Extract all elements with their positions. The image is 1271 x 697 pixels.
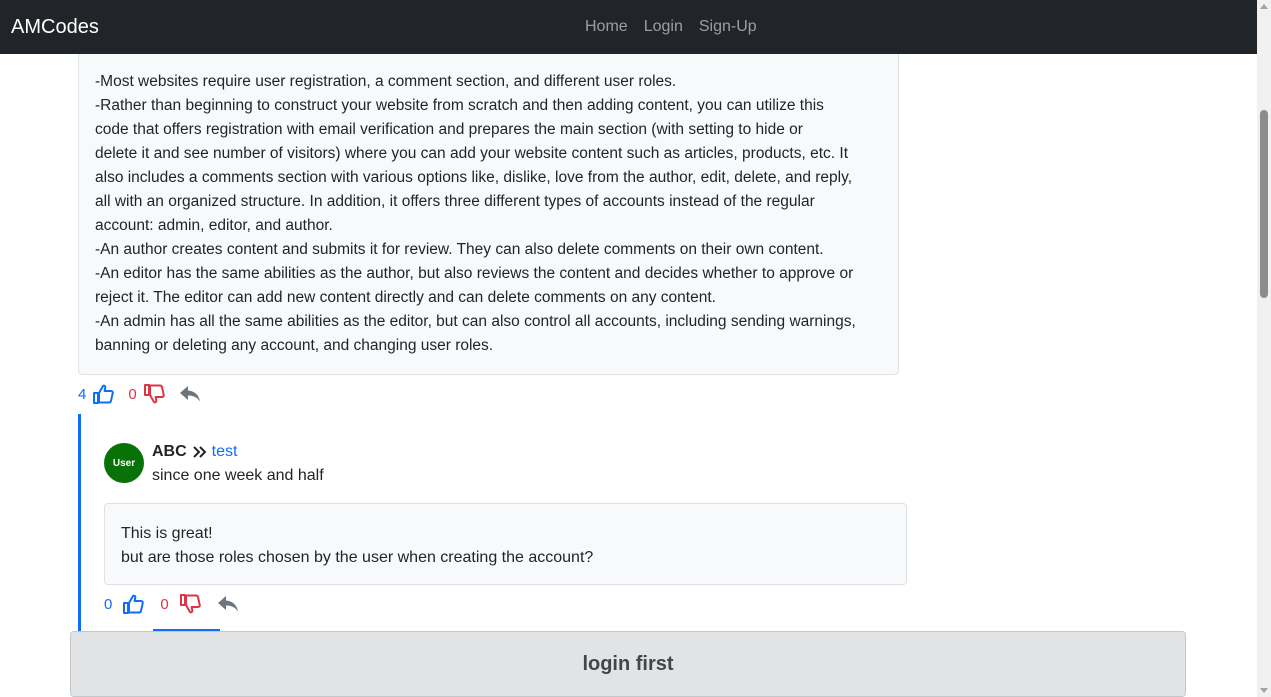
post-line: also includes a comments section with va… (95, 169, 853, 186)
comment-header: ABC test (152, 441, 237, 463)
vertical-scrollbar[interactable] (1257, 0, 1271, 697)
nav-home-link[interactable]: Home (585, 16, 628, 38)
reply-to-link[interactable]: test (212, 441, 238, 463)
post-line: all with an organized structure. In addi… (95, 193, 815, 210)
avatar: User (104, 443, 144, 483)
login-first-button[interactable]: login first (70, 631, 1186, 697)
comment-line: This is great! (121, 525, 213, 542)
reply-icon[interactable] (179, 385, 201, 403)
post-line: banning or deleting any account, and cha… (95, 337, 494, 354)
thumbs-up-icon[interactable] (122, 594, 145, 614)
post-line: -An admin has all the same abilities as … (95, 313, 856, 330)
comment-thread-line (78, 414, 81, 644)
post-reactions: 4 0 (78, 384, 201, 404)
post-line: -An editor has the same abilities as the… (95, 265, 854, 282)
login-first-label: login first (582, 652, 674, 675)
nav-login-link[interactable]: Login (644, 16, 683, 38)
post-like-count: 4 (78, 385, 87, 403)
post-line: -An author creates content and submits i… (95, 241, 824, 258)
post-line: -Rather than beginning to construct your… (95, 97, 824, 114)
comment-body-box: This is great! but are those roles chose… (104, 503, 907, 585)
comment-reactions: 0 0 (104, 594, 239, 614)
post-line: code that offers registration with email… (95, 121, 803, 138)
post-content-box: -Most websites require user registration… (78, 54, 899, 375)
comment-line: but are those roles chosen by the user w… (121, 549, 594, 566)
scrollbar-thumb[interactable] (1260, 110, 1268, 298)
thumbs-down-icon[interactable] (179, 594, 201, 614)
scroll-up-arrow-icon[interactable] (1260, 4, 1268, 9)
navbar: AMCodes Home Login Sign-Up (0, 0, 1257, 54)
nav-signup-link[interactable]: Sign-Up (699, 16, 757, 38)
thumbs-down-icon[interactable] (143, 384, 165, 404)
post-dislike-count: 0 (128, 385, 137, 403)
scroll-down-arrow-icon[interactable] (1260, 688, 1268, 693)
post-line: -Most websites require user registration… (95, 73, 677, 90)
reply-icon[interactable] (217, 595, 239, 613)
post-line: account: admin, editor, and author. (95, 217, 333, 234)
thumbs-up-icon[interactable] (92, 384, 115, 404)
post-line: reject it. The editor can add new conten… (95, 289, 716, 306)
brand-logo[interactable]: AMCodes (11, 14, 99, 40)
comment-like-count: 0 (104, 595, 113, 613)
post-line: delete it and see number of visitors) wh… (95, 145, 848, 162)
comment-dislike-count: 0 (160, 595, 169, 613)
nav-links: Home Login Sign-Up (585, 16, 757, 38)
comment-timestamp: since one week and half (152, 467, 324, 484)
comment-author: ABC (152, 443, 187, 460)
double-chevron-right-icon (192, 446, 207, 458)
